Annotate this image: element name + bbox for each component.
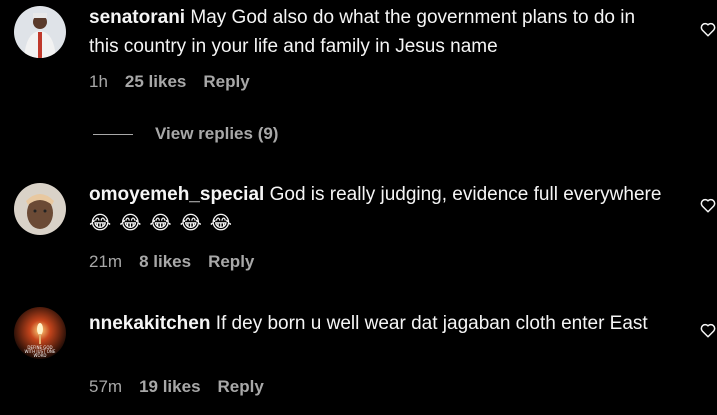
avatar[interactable]: [14, 6, 66, 58]
comment-username[interactable]: senatorani: [89, 7, 185, 28]
comment-meta: 57m 19 likes Reply: [89, 377, 264, 397]
reply-button[interactable]: Reply: [218, 377, 264, 397]
comment-meta: 21m 8 likes Reply: [89, 252, 254, 272]
comment-body: nnekakitchen If dey born u well wear dat…: [89, 309, 669, 338]
heart-outline-icon[interactable]: [699, 196, 717, 214]
likes-count[interactable]: 19 likes: [139, 377, 200, 397]
heart-outline-icon[interactable]: [699, 20, 717, 38]
view-replies-button[interactable]: View replies (9): [93, 124, 278, 144]
comment-text: If dey born u well wear dat jagaban clot…: [215, 313, 648, 334]
heart-outline-icon[interactable]: [699, 321, 717, 339]
comment-body: senatorani May God also do what the gove…: [89, 3, 669, 61]
reply-button[interactable]: Reply: [208, 252, 254, 272]
reply-button[interactable]: Reply: [203, 72, 249, 92]
avatar[interactable]: DEFINE GOD WITH JUST ONE WORD: [14, 307, 66, 359]
comment-text: God is really judging, evidence full eve…: [269, 184, 662, 205]
view-replies-label[interactable]: View replies (9): [155, 124, 278, 144]
svg-text:WORD: WORD: [34, 353, 47, 358]
avatar[interactable]: [14, 183, 66, 235]
comment-time: 57m: [89, 377, 123, 396]
comment-time: 1h: [89, 72, 108, 91]
divider-line: [93, 133, 133, 135]
comment-time: 21m: [89, 252, 123, 271]
comment-meta: 1h 25 likes Reply: [89, 72, 250, 92]
comment-body: omoyemeh_special God is really judging, …: [89, 180, 669, 238]
likes-count[interactable]: 25 likes: [125, 72, 186, 92]
comment-username[interactable]: nnekakitchen: [89, 313, 210, 334]
emoji-string: 😂😂😂😂😂: [89, 213, 241, 234]
comment-username[interactable]: omoyemeh_special: [89, 184, 264, 205]
likes-count[interactable]: 8 likes: [139, 252, 191, 272]
